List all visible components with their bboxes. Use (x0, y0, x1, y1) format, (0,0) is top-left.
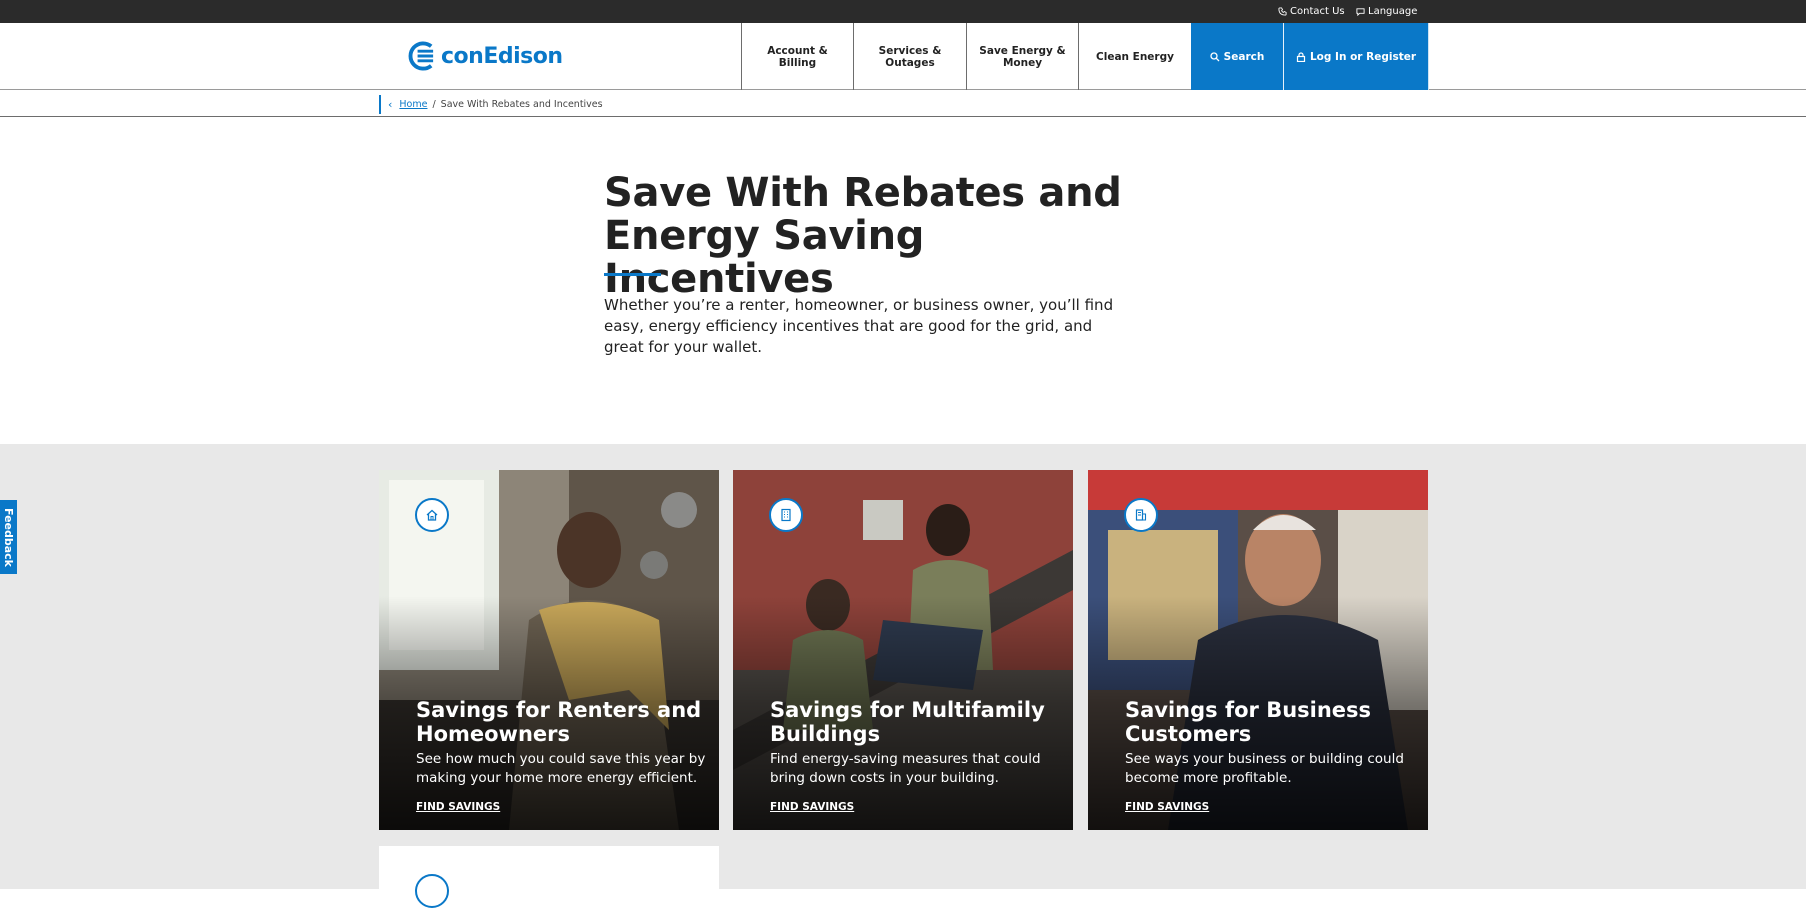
site-header: conEdison Account & Billing Services & O… (0, 23, 1806, 90)
house-icon (426, 509, 438, 521)
card-text: See ways your business or building could… (1125, 751, 1404, 786)
search-icon (1210, 51, 1220, 61)
nav-save-energy-money[interactable]: Save Energy & Money (966, 23, 1078, 90)
card-icon-badge (415, 498, 449, 532)
page-title: Save With Rebates and Energy Saving Ince… (604, 170, 1122, 302)
lock-icon (1296, 51, 1306, 62)
page-description: Whether you’re a renter, homeowner, or b… (604, 296, 1114, 356)
login-register-button[interactable]: Log In or Register (1284, 23, 1428, 90)
building-icon (781, 508, 791, 522)
find-savings-link[interactable]: FIND SAVINGS (1125, 801, 1209, 813)
card-icon-badge (1124, 498, 1158, 532)
contact-us-link[interactable]: Contact Us (1278, 0, 1345, 23)
breadcrumb-home-link[interactable]: Home (399, 99, 427, 110)
card-title: Savings for Renters and Homeowners (416, 698, 702, 746)
phone-icon (1278, 7, 1287, 16)
breadcrumb-current: Save With Rebates and Incentives (440, 99, 603, 110)
card-icon-badge (415, 874, 449, 908)
search-button[interactable]: Search (1191, 23, 1283, 90)
conedison-logo-icon (408, 41, 434, 71)
breadcrumb: ‹ Home / Save With Rebates and Incentive… (379, 95, 603, 114)
feedback-label: Feedback (2, 507, 15, 567)
title-accent-rule (604, 273, 661, 276)
nav-clean-energy[interactable]: Clean Energy (1078, 23, 1191, 90)
contact-us-label: Contact Us (1290, 6, 1345, 17)
card-title: Savings for Business Customers (1125, 698, 1372, 746)
utility-bar: Contact Us Language (0, 0, 1806, 23)
card-icon-badge (769, 498, 803, 532)
feedback-tab[interactable]: Feedback (0, 500, 17, 574)
breadcrumb-bar: ‹ Home / Save With Rebates and Incentive… (0, 91, 1806, 117)
card-business-customers[interactable]: Savings for Business Customers See ways … (1088, 470, 1428, 830)
nav-divider-right (1428, 23, 1429, 90)
find-savings-link[interactable]: FIND SAVINGS (416, 801, 500, 813)
card-next-partial[interactable] (379, 846, 719, 908)
card-title: Savings for Multifamily Buildings (770, 698, 1045, 746)
brand-logo[interactable]: conEdison (404, 40, 563, 72)
brand-name: conEdison (441, 43, 563, 69)
chevron-left-icon: ‹ (388, 98, 393, 111)
card-renters-homeowners[interactable]: Savings for Renters and Homeowners See h… (379, 470, 719, 830)
language-link[interactable]: Language (1356, 0, 1417, 23)
search-label: Search (1223, 50, 1265, 63)
nav-account-billing[interactable]: Account & Billing (741, 23, 853, 90)
language-label: Language (1368, 6, 1418, 17)
card-text: See how much you could save this year by… (416, 751, 706, 786)
breadcrumb-separator: / (432, 99, 436, 110)
card-multifamily-buildings[interactable]: Savings for Multifamily Buildings Find e… (733, 470, 1073, 830)
nav-services-outages[interactable]: Services & Outages (853, 23, 966, 90)
storefront-icon (1135, 509, 1147, 521)
login-register-label: Log In or Register (1309, 50, 1417, 63)
speech-bubble-icon (1356, 8, 1365, 16)
card-text: Find energy-saving measures that could b… (770, 751, 1041, 786)
find-savings-link[interactable]: FIND SAVINGS (770, 801, 854, 813)
